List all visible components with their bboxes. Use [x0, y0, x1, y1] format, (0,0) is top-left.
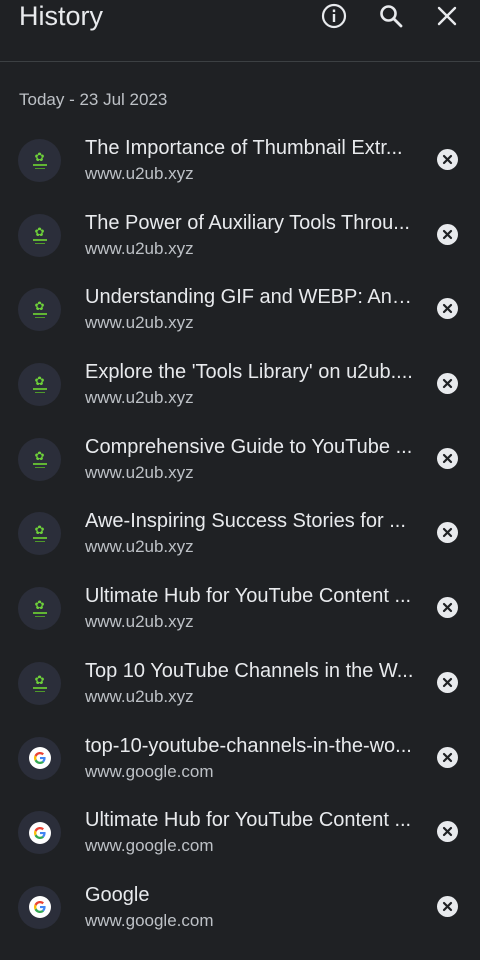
u2ub-logo-icon: ✿	[29, 598, 51, 620]
history-item[interactable]: ✿ The Power of Auxiliary Tools Throu... ww…	[0, 199, 480, 274]
favicon: ✿	[18, 661, 61, 705]
history-item-title: Comprehensive Guide to YouTube ...	[85, 435, 413, 458]
history-item-url: www.u2ub.xyz	[85, 313, 194, 333]
remove-icon	[442, 603, 453, 613]
history-item[interactable]: ✿ Awe-Inspiring Success Stories for ... ww…	[0, 497, 480, 572]
history-item-url: www.google.com	[85, 836, 214, 856]
history-screen: History Today - 23 Jul 2023 ✿ The Importa…	[0, 0, 480, 960]
remove-item-button[interactable]	[437, 447, 458, 469]
remove-icon	[442, 827, 453, 837]
u2ub-logo-icon: ✿	[29, 523, 51, 545]
favicon: ✿	[18, 363, 61, 407]
close-icon	[437, 6, 457, 26]
remove-item-button[interactable]	[437, 671, 458, 693]
page-title: History	[19, 1, 104, 31]
info-button[interactable]	[318, 0, 350, 32]
history-item-title: The Power of Auxiliary Tools Throu...	[85, 211, 410, 234]
history-item-url: www.u2ub.xyz	[85, 462, 194, 482]
history-item-title: Awe-Inspiring Success Stories for ...	[85, 510, 406, 533]
remove-item-button[interactable]	[437, 821, 458, 843]
history-item-title: The Importance of Thumbnail Extr...	[85, 137, 403, 159]
remove-icon	[442, 752, 453, 762]
history-item-title: top-10-youtube-channels-in-the-wo...	[85, 734, 412, 757]
history-item-title: Ultimate Hub for YouTube Content ...	[85, 809, 412, 832]
favicon	[18, 885, 61, 929]
history-item-title: Understanding GIF and WEBP: An I...	[85, 286, 415, 309]
history-item[interactable]: ✿ Explore the 'Tools Library' on u2ub....…	[0, 348, 480, 423]
history-list: ✿ The Importance of Thumbnail Extr... www.…	[0, 124, 480, 946]
u2ub-logo-icon: ✿	[29, 672, 51, 694]
history-item-url: www.u2ub.xyz	[85, 164, 194, 183]
remove-item-button[interactable]	[437, 746, 458, 768]
history-item-title: Explore the 'Tools Library' on u2ub....	[85, 361, 413, 384]
history-item[interactable]: ✿ Comprehensive Guide to YouTube ... www.u…	[0, 423, 480, 498]
remove-item-button[interactable]	[437, 298, 458, 320]
remove-item-button[interactable]	[437, 895, 458, 917]
history-item-title: Ultimate Hub for YouTube Content ...	[85, 585, 412, 608]
history-item-title: Top 10 YouTube Channels in the W...	[85, 659, 414, 682]
u2ub-logo-icon: ✿	[29, 448, 51, 470]
remove-icon	[442, 378, 453, 389]
favicon: ✿	[18, 213, 61, 257]
remove-icon	[442, 528, 453, 538]
remove-icon	[442, 304, 453, 314]
history-item-url: www.u2ub.xyz	[85, 612, 194, 632]
google-icon	[28, 821, 51, 844]
favicon: ✿	[18, 587, 61, 631]
remove-icon	[442, 901, 453, 911]
u2ub-logo-icon: ✿	[29, 299, 51, 321]
info-icon	[321, 3, 347, 29]
search-icon	[380, 5, 403, 28]
remove-item-button[interactable]	[437, 597, 458, 619]
remove-icon	[442, 229, 453, 239]
history-item-url: www.google.com	[85, 910, 214, 930]
history-item-url: www.u2ub.xyz	[85, 238, 194, 258]
remove-icon	[442, 154, 453, 165]
favicon: ✿	[18, 437, 61, 481]
history-item-url: www.google.com	[85, 761, 214, 781]
favicon	[18, 811, 61, 855]
history-item[interactable]: top-10-youtube-channels-in-the-wo... www.…	[0, 722, 480, 797]
top-bar: History	[0, 0, 480, 62]
u2ub-logo-icon: ✿	[29, 374, 51, 396]
close-button[interactable]	[431, 0, 463, 32]
remove-icon	[442, 677, 453, 687]
favicon: ✿	[18, 288, 61, 332]
search-button[interactable]	[375, 0, 407, 32]
remove-item-button[interactable]	[437, 149, 458, 170]
history-item[interactable]: Google www.google.com	[0, 871, 480, 946]
favicon: ✿	[18, 512, 61, 556]
history-item[interactable]: ✿ Top 10 YouTube Channels in the W... www.…	[0, 647, 480, 722]
u2ub-logo-icon: ✿	[29, 150, 51, 172]
remove-item-button[interactable]	[437, 223, 458, 245]
history-item[interactable]: ✿ The Importance of Thumbnail Extr... www.…	[0, 124, 480, 199]
history-item[interactable]: Ultimate Hub for YouTube Content ... www.…	[0, 796, 480, 871]
google-icon	[28, 896, 51, 919]
history-item-url: www.u2ub.xyz	[85, 686, 194, 706]
favicon	[18, 736, 61, 780]
favicon: ✿	[18, 139, 61, 182]
remove-item-button[interactable]	[437, 373, 458, 395]
history-item-url: www.u2ub.xyz	[85, 537, 194, 557]
date-section-header: Today - 23 Jul 2023	[19, 90, 168, 109]
history-item-url: www.u2ub.xyz	[85, 388, 194, 408]
remove-icon	[442, 453, 453, 463]
history-item-title: Google	[85, 883, 150, 906]
u2ub-logo-icon: ✿	[29, 224, 51, 246]
history-item[interactable]: ✿ Understanding GIF and WEBP: An I... www.…	[0, 273, 480, 348]
remove-item-button[interactable]	[437, 522, 458, 544]
history-item[interactable]: ✿ Ultimate Hub for YouTube Content ... www…	[0, 572, 480, 647]
google-icon	[28, 747, 51, 769]
